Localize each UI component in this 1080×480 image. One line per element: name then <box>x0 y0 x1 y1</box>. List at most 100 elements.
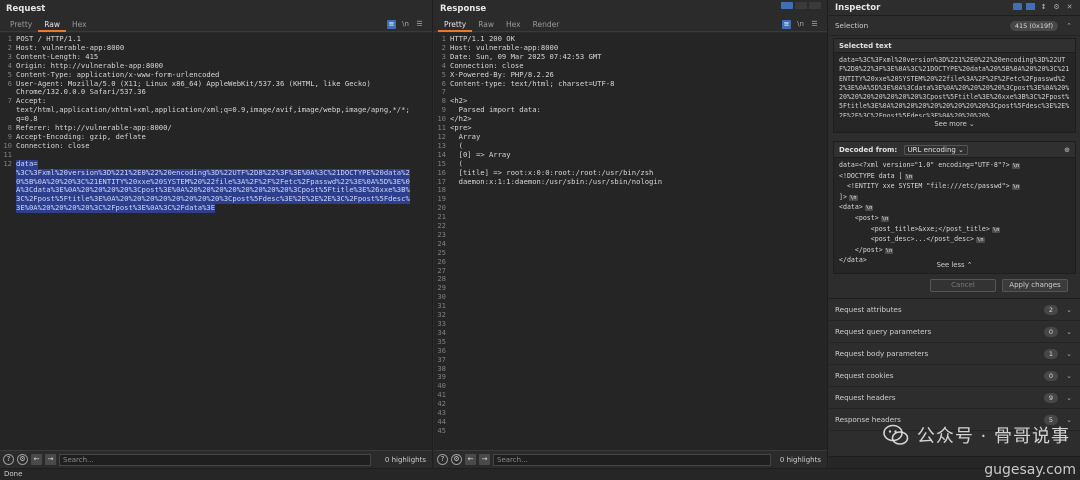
chevron-down-icon[interactable]: ⌄ <box>1066 394 1072 402</box>
chevron-up-icon[interactable]: ⌃ <box>1066 22 1072 30</box>
close-icon[interactable]: ✕ <box>1065 3 1074 12</box>
code-line: 22 <box>437 221 823 231</box>
code-line: 34 <box>437 328 823 338</box>
inspector-section-0[interactable]: Request attributes 2 ⌄ <box>829 299 1080 321</box>
tab-hex[interactable]: Hex <box>500 18 527 32</box>
selected-text-label: Selected text <box>834 39 1075 53</box>
section-count-badge: 0 <box>1043 370 1058 381</box>
response-panel: Response Pretty Raw Hex Render ≡ \n ☰ 1H… <box>434 0 828 468</box>
help-icon[interactable]: ? <box>3 454 14 465</box>
layout-side-icon[interactable] <box>781 2 793 9</box>
code-line: 18 <box>437 186 823 195</box>
tab-pretty[interactable]: Pretty <box>438 18 473 32</box>
tab-hex[interactable]: Hex <box>66 18 93 32</box>
chevron-down-icon[interactable]: ⌄ <box>1066 306 1072 314</box>
cancel-button[interactable]: Cancel <box>930 279 996 292</box>
wrap-icon[interactable]: ≡ <box>782 20 791 29</box>
request-editor[interactable]: 1 POST / HTTP/1.1 2 Host: vulnerable-app:80… <box>0 33 432 450</box>
code-line: 35 <box>437 337 823 347</box>
inspector-layout-icon[interactable] <box>1013 3 1022 10</box>
code-line: 14 [0] => Array <box>437 150 823 160</box>
tab-raw[interactable]: Raw <box>38 18 67 32</box>
forward-arrow-icon[interactable]: → <box>45 454 56 465</box>
inspector-section-2[interactable]: Request body parameters 1 ⌄ <box>829 343 1080 365</box>
code-line: 43 <box>437 408 823 418</box>
request-bottom-bar: ? ⚙ ← → Search... 0 highlights <box>0 450 432 468</box>
selected-text-value[interactable]: data=%3C%3Fxml%20version%3D%221%2E0%22%2… <box>834 53 1075 117</box>
code-line: 6 Content-type: text/html; charset=UTF-8 <box>442 78 823 89</box>
newline-marker: \n <box>884 247 894 254</box>
inspector-section-3[interactable]: Request cookies 0 ⌄ <box>829 365 1080 387</box>
request-panel: Request Pretty Raw Hex ≡ \n ☰ 1 POST / HT… <box>0 0 433 468</box>
newline-toggle-icon[interactable]: \n <box>401 20 410 29</box>
chevron-down-icon[interactable]: ⌄ <box>1066 328 1072 336</box>
menu-icon[interactable]: ☰ <box>415 20 424 29</box>
settings-icon[interactable]: ⚙ <box>1052 3 1061 12</box>
code-line: 32 <box>437 310 823 320</box>
code-line: 26 <box>437 257 823 267</box>
line-number <box>1 178 12 187</box>
response-tabs: Pretty Raw Hex Render ≡ \n ☰ <box>434 18 827 32</box>
code-line: 21 <box>437 212 823 222</box>
decoded-line: ]> \n <box>839 192 858 201</box>
decoded-text[interactable]: data=<?xml version="1.0" encoding="UTF-8… <box>834 158 1075 264</box>
see-less-button[interactable]: See less ⌃ <box>834 258 1075 273</box>
back-arrow-icon[interactable]: ← <box>31 454 42 465</box>
menu-icon[interactable]: ☰ <box>810 20 819 29</box>
code-line: 11 <pre> <box>437 123 823 133</box>
wrap-icon[interactable]: ≡ <box>387 20 396 29</box>
request-search-input[interactable]: Search... <box>59 453 371 466</box>
back-arrow-icon[interactable]: ← <box>465 454 476 465</box>
sort-icon[interactable]: ↕ <box>1039 3 1048 12</box>
section-label: Request cookies <box>835 371 894 380</box>
response-editor[interactable]: 1 HTTP/1.1 200 OK 2 Host: vulnerable-app:80… <box>434 33 827 450</box>
tab-raw[interactable]: Raw <box>472 18 500 32</box>
tab-render[interactable]: Render <box>527 18 566 32</box>
tab-pretty[interactable]: Pretty <box>4 18 38 32</box>
section-count-badge: 9 <box>1043 392 1058 403</box>
decoding-select[interactable]: URL encoding ⌄ <box>903 145 968 155</box>
layout-stack-icon[interactable] <box>795 2 807 9</box>
see-more-button[interactable]: See more ⌄ <box>834 117 1075 132</box>
gear-icon[interactable]: ⚙ <box>451 454 462 465</box>
response-highlights-count: 0 highlights <box>779 455 821 464</box>
help-icon[interactable]: ? <box>437 454 448 465</box>
section-count-badge: 2 <box>1043 304 1058 315</box>
code-line: 27 <box>437 266 823 276</box>
inspector-section-4[interactable]: Request headers 9 ⌄ <box>829 387 1080 409</box>
code-line: Chrome/132.0.0.0 Safari/537.36 <box>14 88 428 97</box>
newline-marker: \n <box>975 237 985 244</box>
status-text: Done <box>4 470 23 478</box>
newline-marker: \n <box>880 215 890 222</box>
inspector-section-1[interactable]: Request query parameters 0 ⌄ <box>829 321 1080 343</box>
response-search-input[interactable]: Search... <box>493 453 771 466</box>
code-line: 29 <box>437 283 823 293</box>
code-line: 17 daemon:x:1:1:daemon:/usr/sbin:/usr/sb… <box>437 176 823 187</box>
watermark-site: gugesay.com <box>984 462 1076 478</box>
code-line: 19 <box>437 194 823 204</box>
selection-row[interactable]: Selection 415 (0x19f) ⌃ <box>829 16 1080 36</box>
response-title: Response <box>440 4 487 14</box>
line-text: daemon:x:1:1:daemon:/usr/sbin:/usr/sbin/… <box>450 176 663 186</box>
line-number: 45 <box>437 425 446 435</box>
chevron-down-icon[interactable]: ⌄ <box>1066 372 1072 380</box>
apply-changes-button[interactable]: Apply changes <box>1002 279 1068 292</box>
line-number <box>1 169 12 178</box>
chevron-down-icon[interactable]: ⌄ <box>1066 350 1072 358</box>
newline-marker: \n <box>1011 163 1021 169</box>
forward-arrow-icon[interactable]: → <box>479 454 490 465</box>
code-line: 36 <box>437 346 823 356</box>
section-label: Request headers <box>835 393 896 402</box>
newline-toggle-icon[interactable]: \n <box>796 20 805 29</box>
add-decoding-icon[interactable]: ⊕ <box>1064 142 1070 158</box>
newline-marker: \n <box>848 194 858 201</box>
section-count-badge: 1 <box>1043 348 1058 359</box>
gear-icon[interactable]: ⚙ <box>17 454 28 465</box>
layout-tab-icon[interactable] <box>809 2 821 9</box>
inspector-layout-alt-icon[interactable] <box>1026 3 1035 10</box>
code-line: 31 <box>437 301 823 311</box>
section-label: Request query parameters <box>835 327 932 336</box>
line-text: Content-type: text/html; charset=UTF-8 <box>450 78 615 88</box>
newline-marker: \n <box>864 205 874 212</box>
code-line: 3E%0A%20%20%20%20%3C%2Fpost%3E%0A%3C%2Fd… <box>14 203 428 214</box>
